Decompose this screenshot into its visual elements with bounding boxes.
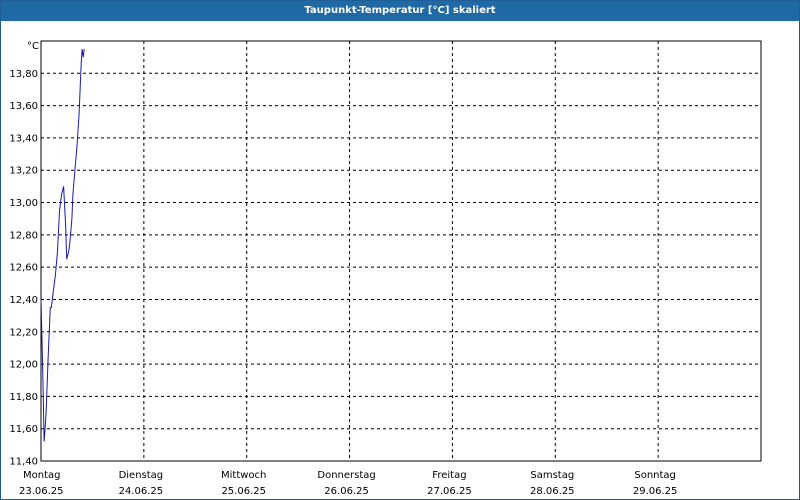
y-tick-label: 12,80 — [9, 230, 38, 241]
plot-area — [40, 40, 762, 462]
x-tick-date: 24.06.25 — [119, 486, 164, 497]
x-tick-date: 28.06.25 — [530, 486, 575, 497]
y-tick-label: 11,40 — [9, 457, 38, 468]
y-tick-label: 13,00 — [9, 198, 38, 209]
y-tick-label: 11,80 — [9, 392, 38, 403]
x-tick-day: Mittwoch — [221, 470, 266, 481]
x-tick-day: Dienstag — [119, 470, 164, 481]
chart-window: Taupunkt-Temperatur [°C] skaliert 11,40 1… — [0, 0, 800, 500]
x-tick-day: Freitag — [432, 470, 466, 481]
dewpoint-chart: 11,40 11,60 11,80 12,00 12,20 12,40 12,60 12,80… — [9, 40, 762, 497]
x-tick-day: Sonntag — [634, 470, 676, 481]
y-tick-label: 11,60 — [9, 424, 38, 435]
x-tick-date: 29.06.25 — [633, 486, 678, 497]
x-tick-date: 25.06.25 — [221, 486, 266, 497]
y-tick-label: 12,20 — [9, 327, 38, 338]
y-tick-label: 13,60 — [9, 101, 38, 112]
y-tick-label: 12,60 — [9, 263, 38, 274]
y-tick-label: 13,80 — [9, 69, 38, 80]
y-tick-label: 13,20 — [9, 166, 38, 177]
x-tick-day: Montag — [23, 470, 60, 481]
y-tick-label: 13,40 — [9, 133, 38, 144]
x-tick-day: Samstag — [530, 470, 574, 481]
x-tick-date: 26.06.25 — [324, 486, 369, 497]
y-axis-unit: °C — [27, 41, 39, 52]
y-tick-label: 12,00 — [9, 360, 38, 371]
x-tick-date: 27.06.25 — [427, 486, 472, 497]
x-tick-date: 23.06.25 — [19, 486, 64, 497]
y-tick-label: 12,40 — [9, 295, 38, 306]
x-tick-day: Donnerstag — [317, 470, 375, 481]
